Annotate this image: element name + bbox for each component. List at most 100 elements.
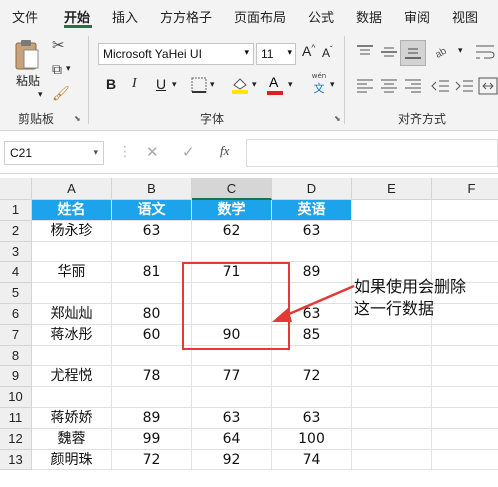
phonetic-guide-button[interactable]: wén 文: [308, 72, 330, 96]
cell-a6[interactable]: 郑灿灿: [32, 304, 112, 325]
font-name-select[interactable]: Microsoft YaHei UI ▾: [98, 43, 254, 65]
cell-e11[interactable]: [352, 408, 432, 429]
cell-e13[interactable]: [352, 449, 432, 471]
tab-data[interactable]: 数据: [356, 7, 382, 26]
tab-fangfang[interactable]: 方方格子: [160, 7, 212, 26]
cell-a13[interactable]: 颜明珠: [32, 449, 112, 471]
cell-a5[interactable]: [32, 283, 112, 304]
underline-dropdown-icon[interactable]: ▾: [172, 80, 177, 90]
shrink-font-button[interactable]: Aˇ: [322, 45, 333, 60]
row-header[interactable]: 9: [0, 366, 32, 388]
bold-button[interactable]: B: [106, 76, 116, 92]
column-header-c[interactable]: C: [192, 178, 272, 200]
cell-e2[interactable]: [352, 220, 432, 242]
cell-a7[interactable]: 蒋冰彤: [32, 324, 112, 346]
cell-b12[interactable]: 99: [112, 428, 192, 450]
clipboard-launcher-icon[interactable]: ⬊: [74, 114, 81, 123]
cell-f2[interactable]: [432, 221, 498, 242]
align-top-icon[interactable]: [356, 44, 374, 60]
align-center-icon[interactable]: [380, 78, 398, 94]
cell-a8[interactable]: [32, 345, 112, 367]
tab-insert[interactable]: 插入: [112, 7, 138, 26]
cell-b6[interactable]: 80: [112, 304, 192, 325]
orientation-dropdown-icon[interactable]: ▾: [458, 46, 463, 56]
cell-b8[interactable]: [112, 345, 192, 367]
tab-view[interactable]: 视图: [452, 7, 478, 26]
cell-f7[interactable]: [432, 325, 498, 346]
select-all-corner[interactable]: [0, 178, 32, 200]
tab-file[interactable]: 文件: [12, 7, 38, 26]
column-header-a[interactable]: A: [32, 178, 112, 200]
column-header-f[interactable]: F: [432, 178, 498, 200]
underline-button[interactable]: U: [156, 76, 166, 92]
cut-icon[interactable]: ✂: [52, 36, 65, 54]
cancel-icon[interactable]: ✕: [146, 143, 159, 161]
row-header[interactable]: 13: [0, 449, 32, 471]
cell-e9[interactable]: [352, 366, 432, 388]
copy-dropdown-icon[interactable]: ▾: [66, 64, 71, 74]
row-header[interactable]: 3: [0, 241, 32, 263]
copy-icon[interactable]: ⧉: [52, 62, 62, 78]
cell-d3[interactable]: [272, 241, 352, 263]
cell-d1[interactable]: 英语: [272, 200, 352, 221]
cell-b2[interactable]: 63: [112, 220, 192, 242]
column-header-d[interactable]: D: [272, 178, 352, 200]
align-middle-icon[interactable]: [380, 44, 398, 60]
grow-font-button[interactable]: A^: [302, 43, 315, 59]
paste-button[interactable]: [14, 38, 40, 76]
cell-f13[interactable]: [432, 450, 498, 471]
align-right-icon[interactable]: [404, 78, 422, 94]
cell-a12[interactable]: 魏蓉: [32, 428, 112, 450]
cell-a4[interactable]: 华丽: [32, 262, 112, 284]
tab-formulas[interactable]: 公式: [308, 7, 334, 26]
cell-f12[interactable]: [432, 429, 498, 450]
cell-f9[interactable]: [432, 366, 498, 388]
cell-c9[interactable]: 77: [192, 366, 272, 388]
cell-f1[interactable]: [432, 200, 498, 221]
cell-d11[interactable]: 63: [272, 408, 352, 429]
phonetic-dropdown-icon[interactable]: ▾: [330, 80, 335, 90]
borders-icon[interactable]: [190, 76, 208, 94]
cell-c1[interactable]: 数学: [192, 200, 272, 221]
enter-check-icon[interactable]: ✓: [182, 143, 195, 161]
cell-f8[interactable]: [432, 346, 498, 367]
align-left-icon[interactable]: [356, 78, 374, 94]
orientation-icon[interactable]: ab: [432, 40, 456, 62]
cell-c10[interactable]: [192, 387, 272, 408]
tab-page-layout[interactable]: 页面布局: [234, 7, 286, 26]
cell-b11[interactable]: 89: [112, 408, 192, 429]
row-header[interactable]: 2: [0, 220, 32, 242]
row-header[interactable]: 12: [0, 428, 32, 450]
cell-c3[interactable]: [192, 241, 272, 263]
align-bottom-button[interactable]: [400, 40, 426, 66]
column-header-e[interactable]: E: [352, 178, 432, 200]
cell-b7[interactable]: 60: [112, 324, 192, 346]
cell-c12[interactable]: 64: [192, 428, 272, 450]
cell-f10[interactable]: [432, 387, 498, 408]
cell-d2[interactable]: 63: [272, 220, 352, 242]
cell-b9[interactable]: 78: [112, 366, 192, 388]
cell-a1[interactable]: 姓名: [32, 200, 112, 221]
cell-f3[interactable]: [432, 242, 498, 263]
cell-a2[interactable]: 杨永珍: [32, 220, 112, 242]
cell-b4[interactable]: 81: [112, 262, 192, 284]
row-header[interactable]: 5: [0, 283, 32, 304]
cell-d12[interactable]: 100: [272, 428, 352, 450]
row-header[interactable]: 7: [0, 324, 32, 346]
formula-input[interactable]: [246, 139, 498, 167]
cell-c2[interactable]: 62: [192, 220, 272, 242]
cell-a9[interactable]: 尤程悦: [32, 366, 112, 388]
fill-color-icon[interactable]: [230, 75, 250, 95]
font-launcher-icon[interactable]: ⬊: [334, 114, 341, 123]
cell-b10[interactable]: [112, 387, 192, 408]
cell-d9[interactable]: 72: [272, 366, 352, 388]
increase-indent-icon[interactable]: [454, 78, 474, 94]
cell-e8[interactable]: [352, 345, 432, 367]
cell-b3[interactable]: [112, 241, 192, 263]
borders-dropdown-icon[interactable]: ▾: [210, 80, 215, 90]
format-painter-icon[interactable]: 🖌: [52, 86, 70, 102]
cell-e3[interactable]: [352, 241, 432, 263]
cell-d10[interactable]: [272, 387, 352, 408]
paste-dropdown-icon[interactable]: ▾: [38, 90, 43, 100]
tab-review[interactable]: 审阅: [404, 7, 430, 26]
